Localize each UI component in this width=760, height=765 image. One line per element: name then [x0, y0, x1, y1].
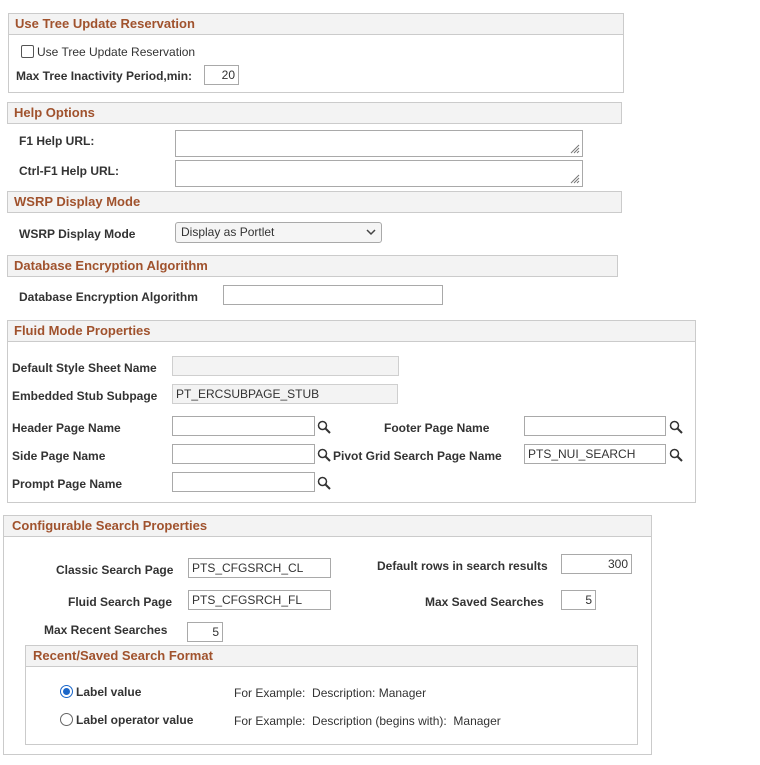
default-style-label: Default Style Sheet Name [12, 361, 157, 375]
max-inactivity-input[interactable]: 20 [204, 65, 239, 85]
wsrp-selected-value: Display as Portlet [181, 225, 275, 239]
encryption-label: Database Encryption Algorithm [19, 290, 198, 304]
use-tree-update-checkbox[interactable] [21, 45, 34, 58]
ctrl-f1-help-url-label: Ctrl-F1 Help URL: [19, 164, 119, 178]
wsrp-display-mode-select[interactable]: Display as Portlet [175, 222, 382, 243]
classic-search-label: Classic Search Page [56, 563, 174, 577]
label-value-option-label[interactable]: Label value [76, 685, 141, 699]
stub-subpage-label: Embedded Stub Subpage [12, 389, 158, 403]
header-page-label: Header Page Name [12, 421, 121, 435]
search-icon[interactable] [669, 420, 683, 434]
label-operator-value-example: For Example: Description (begins with): … [234, 714, 501, 728]
pivot-grid-search-label: Pivot Grid Search Page Name [333, 449, 502, 463]
footer-page-input[interactable] [524, 416, 666, 436]
search-format-header: Recent/Saved Search Format [25, 645, 638, 667]
encryption-header: Database Encryption Algorithm [7, 255, 618, 277]
max-inactivity-label: Max Tree Inactivity Period,min: [16, 69, 193, 83]
search-icon[interactable] [669, 448, 683, 462]
f1-help-url-label: F1 Help URL: [19, 134, 95, 148]
fluid-search-label: Fluid Search Page [68, 595, 173, 609]
max-recent-label: Max Recent Searches [44, 623, 168, 637]
search-icon[interactable] [317, 448, 331, 462]
chevron-down-icon [366, 229, 376, 236]
fluid-header: Fluid Mode Properties [7, 320, 696, 342]
default-style-input [172, 356, 399, 376]
resize-grip-icon[interactable] [569, 143, 580, 154]
label-value-example: For Example: Description: Manager [234, 686, 427, 700]
tree-update-header: Use Tree Update Reservation [8, 13, 624, 35]
ctrl-f1-help-url-textarea[interactable] [175, 160, 583, 187]
pivot-grid-search-input[interactable]: PTS_NUI_SEARCH [524, 444, 666, 464]
wsrp-display-mode-label: WSRP Display Mode [19, 227, 136, 241]
max-saved-input[interactable]: 5 [561, 590, 596, 610]
footer-page-label: Footer Page Name [384, 421, 490, 435]
search-icon[interactable] [317, 476, 331, 490]
default-rows-input[interactable]: 300 [561, 554, 632, 574]
stub-subpage-input: PT_ERCSUBPAGE_STUB [172, 384, 398, 404]
side-page-label: Side Page Name [12, 449, 106, 463]
max-recent-input[interactable]: 5 [187, 622, 223, 642]
search-icon[interactable] [317, 420, 331, 434]
fluid-group [7, 320, 696, 503]
encryption-input[interactable] [223, 285, 443, 305]
label-operator-value-radio[interactable] [60, 713, 73, 726]
help-options-header: Help Options [7, 102, 622, 124]
f1-help-url-textarea[interactable] [175, 130, 583, 157]
default-rows-label: Default rows in search results [377, 559, 548, 573]
side-page-input[interactable] [172, 444, 315, 464]
label-value-radio[interactable] [60, 685, 73, 698]
wsrp-header: WSRP Display Mode [7, 191, 622, 213]
prompt-page-label: Prompt Page Name [12, 477, 123, 491]
classic-search-input[interactable]: PTS_CFGSRCH_CL [188, 558, 331, 578]
prompt-page-input[interactable] [172, 472, 315, 492]
fluid-search-input[interactable]: PTS_CFGSRCH_FL [188, 590, 331, 610]
search-header: Configurable Search Properties [3, 515, 652, 537]
use-tree-update-label[interactable]: Use Tree Update Reservation [37, 45, 195, 59]
max-saved-label: Max Saved Searches [425, 595, 544, 609]
header-page-input[interactable] [172, 416, 315, 436]
resize-grip-icon[interactable] [569, 173, 580, 184]
label-operator-value-option-label[interactable]: Label operator value [76, 713, 193, 727]
